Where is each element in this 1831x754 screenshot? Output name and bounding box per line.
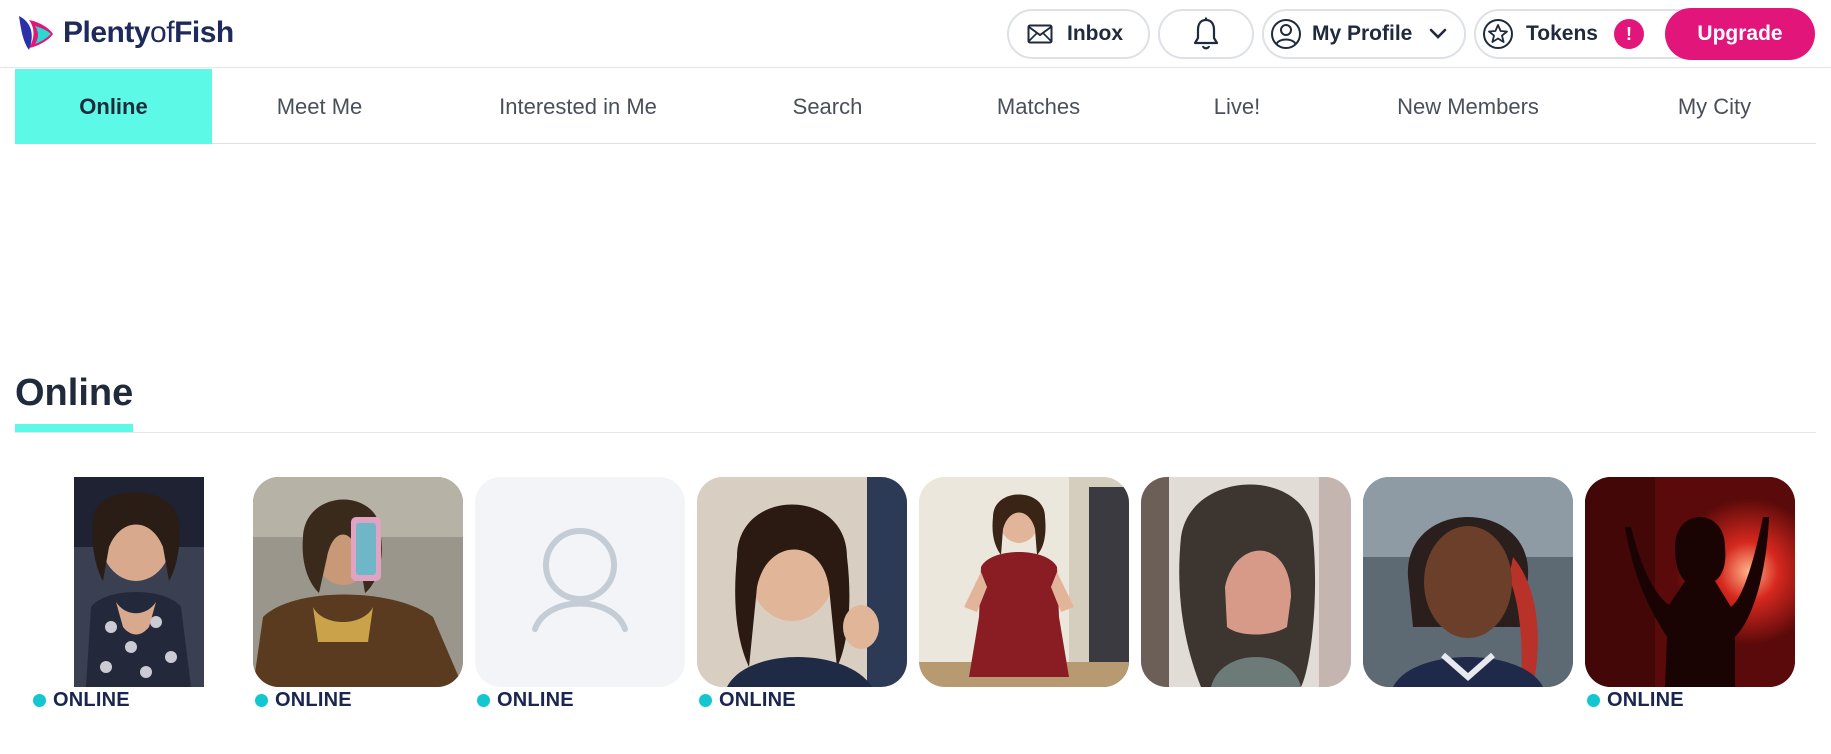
profile-photo[interactable] <box>475 477 685 687</box>
bell-icon <box>1193 17 1219 50</box>
online-dot-icon <box>33 694 46 707</box>
profile-card[interactable] <box>1363 477 1573 687</box>
online-dot-icon <box>1587 694 1600 707</box>
logo-wordmark: PlentyofFish <box>63 16 234 49</box>
tab-new-members[interactable]: New Members <box>1323 69 1613 144</box>
tab-search[interactable]: Search <box>729 69 926 144</box>
tokens-alert-badge: ! <box>1613 19 1644 49</box>
online-dot-icon <box>477 694 490 707</box>
profile-photo-image <box>919 477 1129 687</box>
upgrade-button[interactable]: Upgrade <box>1665 8 1815 60</box>
profile-card[interactable]: ONLINE <box>1585 477 1795 711</box>
profile-photo-image <box>1141 477 1351 687</box>
profile-photo[interactable] <box>919 477 1129 687</box>
profile-photo[interactable] <box>1141 477 1351 687</box>
top-header: PlentyofFish Inbox My Profile Tokens ! U… <box>0 0 1831 68</box>
online-status-label: ONLINE <box>497 689 574 711</box>
profile-photo[interactable] <box>31 477 241 687</box>
profile-photo-image <box>253 477 463 687</box>
user-circle-icon <box>1271 19 1301 49</box>
online-status-label: ONLINE <box>53 689 130 711</box>
online-dot-icon <box>255 694 268 707</box>
profile-card[interactable] <box>1141 477 1351 687</box>
profile-card[interactable] <box>919 477 1129 687</box>
tab-online[interactable]: Online <box>15 69 212 144</box>
profile-photo[interactable] <box>1363 477 1573 687</box>
profile-photo[interactable] <box>697 477 907 687</box>
section-title-underline <box>15 424 133 432</box>
online-status: ONLINE <box>1587 689 1684 712</box>
chevron-down-icon <box>1430 28 1447 39</box>
tokens-label: Tokens <box>1526 22 1598 45</box>
tab-interested-in-me[interactable]: Interested in Me <box>427 69 729 144</box>
default-avatar-icon <box>532 528 628 632</box>
envelope-icon <box>1027 24 1053 44</box>
inbox-button[interactable]: Inbox <box>1007 9 1150 59</box>
fish-logo-icon <box>19 16 53 50</box>
my-profile-label: My Profile <box>1312 22 1413 45</box>
tab-meet-me[interactable]: Meet Me <box>212 69 427 144</box>
online-status: ONLINE <box>33 689 130 712</box>
online-status-label: ONLINE <box>719 689 796 711</box>
online-status-label: ONLINE <box>275 689 352 711</box>
section-divider <box>15 432 1816 433</box>
profile-photo-image <box>74 477 204 687</box>
profile-photo[interactable] <box>253 477 463 687</box>
section-title: Online <box>15 372 134 414</box>
my-profile-menu[interactable]: My Profile <box>1262 9 1466 59</box>
online-status-label: ONLINE <box>1607 689 1684 711</box>
tab-my-city[interactable]: My City <box>1613 69 1816 144</box>
profile-photo-image <box>697 477 907 687</box>
notifications-button[interactable] <box>1158 9 1254 59</box>
profile-photo[interactable] <box>1585 477 1795 687</box>
star-circle-icon <box>1483 19 1513 49</box>
main-tab-nav: Online Meet Me Interested in Me Search M… <box>15 69 1816 144</box>
online-dot-icon <box>699 694 712 707</box>
profile-card[interactable]: ONLINE <box>475 477 685 711</box>
inbox-label: Inbox <box>1067 22 1123 45</box>
tab-matches[interactable]: Matches <box>926 69 1151 144</box>
tab-live[interactable]: Live! <box>1151 69 1323 144</box>
online-status: ONLINE <box>255 689 352 712</box>
profile-photo-image <box>1363 477 1573 687</box>
online-status: ONLINE <box>477 689 574 712</box>
profile-card[interactable]: ONLINE <box>697 477 907 711</box>
profile-card[interactable]: ONLINE <box>253 477 463 711</box>
profile-card[interactable]: ONLINE <box>31 477 241 711</box>
online-status: ONLINE <box>699 689 796 712</box>
plentyoffish-logo[interactable]: PlentyofFish <box>15 12 234 54</box>
profile-photo-image <box>1585 477 1795 687</box>
